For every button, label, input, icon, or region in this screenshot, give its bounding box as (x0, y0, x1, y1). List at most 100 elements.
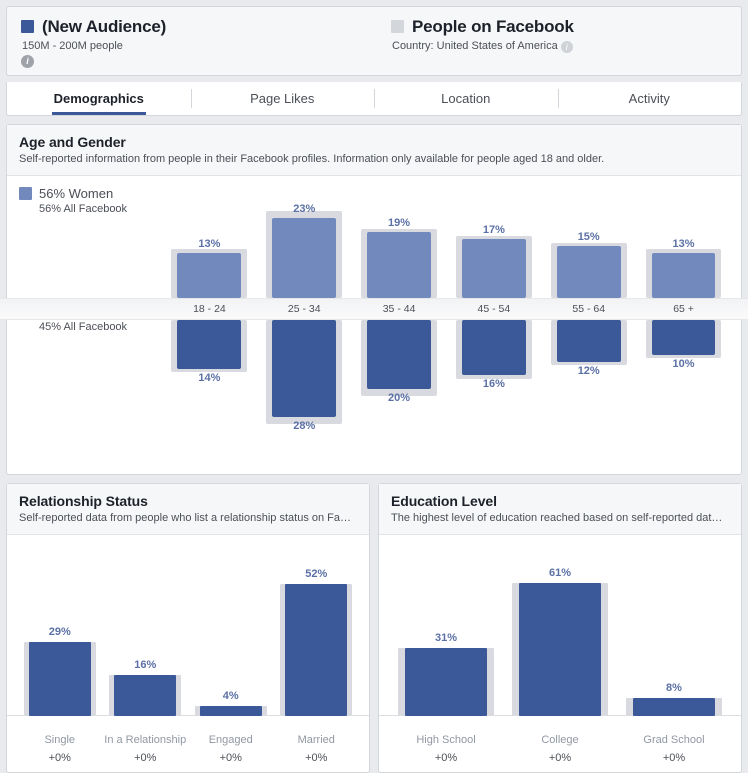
category-column: 52% Married +0% (274, 535, 360, 772)
age-group-label: 18 - 24 (193, 303, 226, 315)
comparison-summary: People on Facebook Country: United State… (391, 17, 727, 75)
age-plot-area: 13% 18 - 24 14% 23% 25 - 34 28% 19% 35 - 44 20% 1… (162, 176, 731, 474)
men-audience-bar[interactable]: 28% (272, 320, 337, 432)
category-column: 29% Single +0% (17, 535, 103, 772)
audience-bar[interactable]: 31% (404, 632, 488, 716)
women-bar-value: 15% (577, 231, 600, 243)
category-label: Single (44, 734, 76, 746)
comparison-title-row: People on Facebook (391, 17, 727, 36)
panel-title: Relationship Status (19, 493, 148, 509)
women-audience-bar[interactable]: 17% (461, 224, 526, 298)
panel-description: Self-reported data from people who list … (19, 512, 352, 524)
panel-title: Age and Gender (19, 134, 126, 150)
bar-plot: 61% (503, 549, 617, 716)
category-label: College (541, 734, 579, 746)
men-audience-bar[interactable]: 14% (177, 320, 242, 384)
panel-title: Education Level (391, 493, 497, 509)
info-icon[interactable]: i (560, 41, 573, 53)
bottom-panels-row: Relationship Status Self-reported data f… (6, 483, 742, 773)
women-bar-value: 23% (293, 203, 316, 215)
category-label: Married (297, 734, 335, 746)
tab-demographics[interactable]: Demographics (7, 82, 191, 115)
audience-bar[interactable]: 4% (199, 690, 262, 716)
relationship-status-panel: Relationship Status Self-reported data f… (6, 483, 370, 773)
age-group-label: 55 - 64 (572, 303, 606, 315)
audience-bar[interactable]: 52% (285, 568, 348, 716)
category-delta: +0% (219, 752, 242, 764)
bar-plot: 29% (17, 549, 103, 716)
info-icon[interactable]: i (21, 55, 34, 68)
comparison-name: People on Facebook (412, 17, 574, 36)
category-delta: +0% (48, 752, 71, 764)
tab-location[interactable]: Location (374, 82, 558, 115)
age-group-label: 65 + (673, 303, 694, 315)
bar-value: 61% (548, 567, 572, 579)
tab-bar: Demographics Page Likes Location Activit… (6, 82, 742, 116)
education-level-panel: Education Level The highest level of edu… (378, 483, 742, 773)
legend-men-row: 45% Men (19, 304, 127, 319)
comparison-country-label: Country: United States of America (392, 40, 558, 52)
audience-bar[interactable]: 61% (518, 567, 602, 716)
bar-plot: 8% (617, 549, 731, 716)
category-column: 8% Grad School +0% (617, 535, 731, 772)
audience-bar[interactable]: 8% (632, 682, 716, 716)
relationship-status-chart: 29% Single +0% 16% In a Relationship +0% 4% Eng… (7, 535, 369, 772)
men-bar-value: 14% (198, 372, 221, 384)
category-delta: +0% (548, 752, 572, 764)
women-audience-bar[interactable]: 13% (651, 238, 716, 298)
men-half: 12% (541, 320, 636, 474)
audience-summary: (New Audience) 150M - 200M people i (21, 17, 391, 75)
women-half: 13% (636, 176, 731, 298)
men-color-swatch (19, 305, 32, 318)
audience-title-row: (New Audience) (21, 17, 391, 36)
tab-label: Location (441, 91, 491, 106)
bar-plot: 4% (188, 549, 274, 716)
bar-value: 4% (222, 690, 239, 702)
audience-bar[interactable]: 16% (114, 659, 177, 716)
men-half: 20% (352, 320, 447, 474)
men-audience-bar[interactable]: 10% (651, 320, 716, 370)
category-delta: +0% (134, 752, 157, 764)
bar-value: 29% (48, 626, 71, 638)
category-column: 31% High School +0% (389, 535, 503, 772)
women-audience-bar[interactable]: 19% (367, 217, 431, 298)
comparison-color-swatch (391, 20, 404, 33)
legend-women: 56% Women 56% All Facebook (19, 186, 127, 215)
tab-activity[interactable]: Activity (557, 82, 742, 115)
women-audience-bar[interactable]: 23% (272, 203, 337, 298)
relationship-columns: 29% Single +0% 16% In a Relationship +0% 4% Eng… (17, 535, 359, 772)
women-half: 17% (446, 176, 541, 298)
men-audience-bar[interactable]: 16% (461, 320, 526, 390)
women-bar-value: 19% (388, 217, 411, 229)
tab-label: Activity (628, 91, 670, 106)
women-audience-bar[interactable]: 13% (177, 238, 242, 298)
age-group-column: 15% 55 - 64 12% (541, 176, 636, 474)
comparison-country-row: Country: United States of America i (392, 40, 727, 53)
men-half: 16% (446, 320, 541, 474)
panel-description: Self-reported information from people in… (19, 153, 605, 165)
bar-value: 52% (305, 568, 328, 580)
panel-description: The highest level of education reached b… (391, 512, 723, 524)
tab-label: Page Likes (250, 91, 315, 106)
audience-bar[interactable]: 29% (28, 626, 91, 716)
age-group-column: 23% 25 - 34 28% (257, 176, 352, 474)
bar-plot: 52% (274, 549, 360, 716)
audience-color-swatch (21, 20, 34, 33)
bar-plot: 16% (103, 549, 189, 716)
tab-page-likes[interactable]: Page Likes (190, 82, 375, 115)
age-group-column: 13% 65 + 10% (636, 176, 731, 474)
men-bar-value: 20% (388, 392, 411, 404)
audience-size: 150M - 200M people (22, 40, 123, 52)
men-half: 14% (162, 320, 257, 474)
category-column: 16% In a Relationship +0% (103, 535, 189, 772)
legend-men-secondary: 45% All Facebook (39, 321, 128, 333)
education-level-header: Education Level The highest level of edu… (379, 484, 741, 535)
category-label: High School (416, 734, 476, 746)
men-audience-bar[interactable]: 12% (556, 320, 621, 377)
legend-women-primary: 56% Women (39, 186, 114, 201)
women-audience-bar[interactable]: 15% (556, 231, 621, 298)
women-bar-value: 13% (198, 238, 221, 250)
women-bar-value: 17% (482, 224, 505, 236)
women-half: 23% (257, 176, 352, 298)
men-audience-bar[interactable]: 20% (367, 320, 431, 404)
